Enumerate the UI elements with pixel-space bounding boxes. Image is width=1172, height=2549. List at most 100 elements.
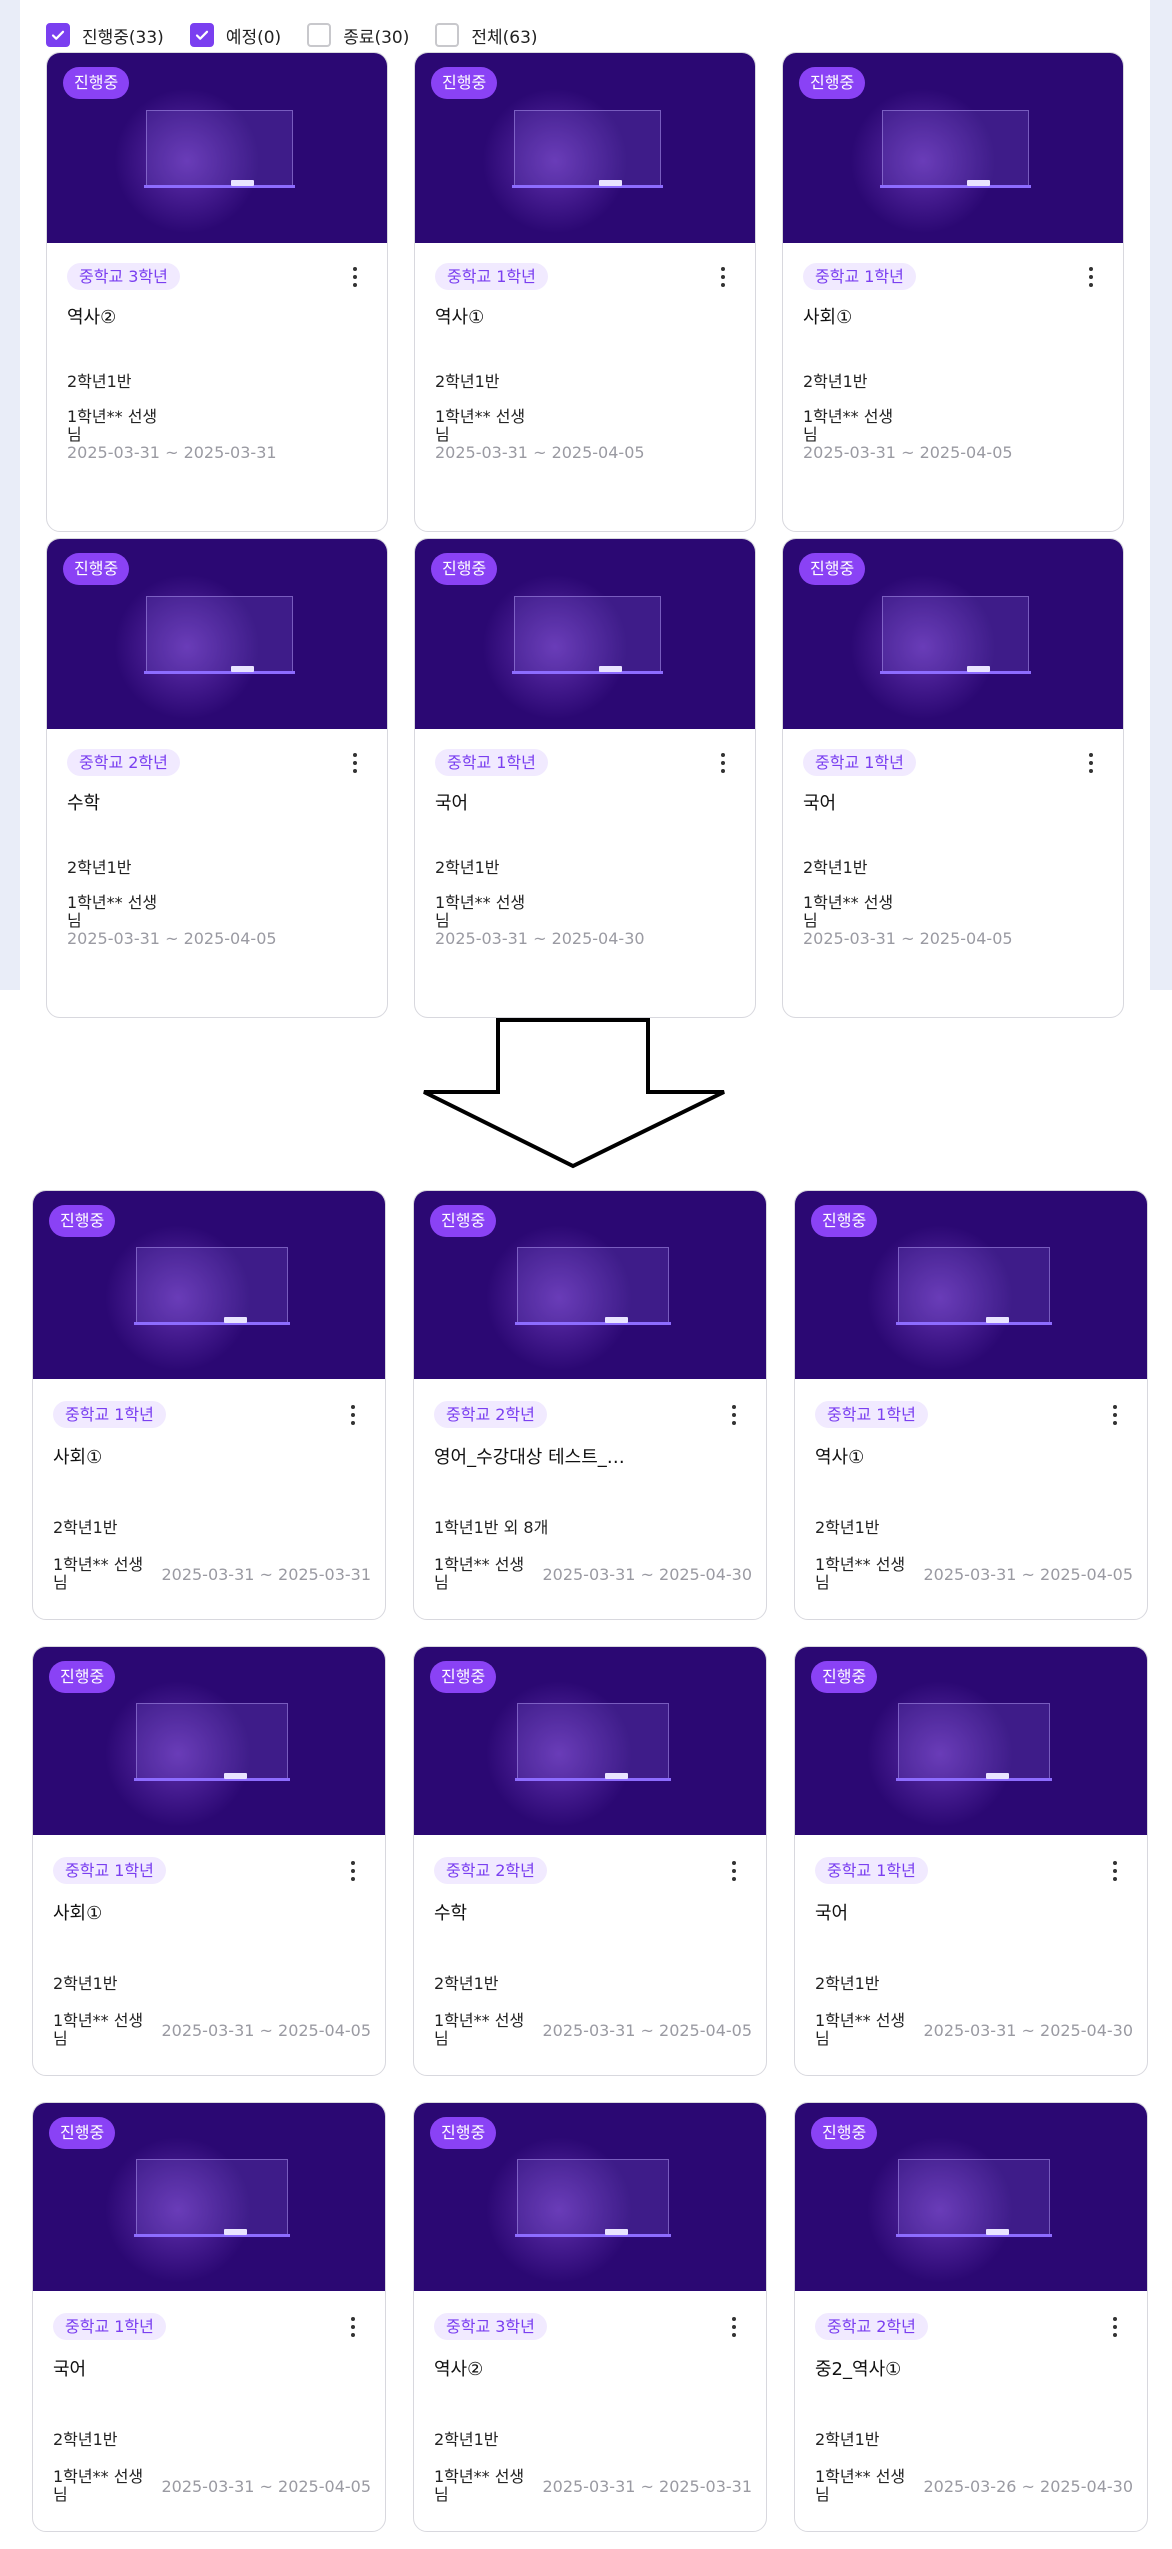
class-name: 1학년1반 외 8개 <box>434 1518 549 1537</box>
filter-checkbox[interactable] <box>435 23 460 47</box>
check-icon <box>195 30 208 40</box>
class-name: 2학년1반 <box>435 858 500 877</box>
course-period: 2025-03-31 ~ 2025-04-05 <box>923 1565 1133 1584</box>
eraser-graphic <box>985 1316 1009 1323</box>
class-card[interactable]: 진행중 중학교 3학년 역사② 2학년1반 1학년** 선생 님 2025-03-31 ~… <box>46 52 388 532</box>
eraser-graphic <box>604 1316 628 1323</box>
class-card[interactable]: 진행중 중학교 2학년 수학 2학년1반 1학년** 선생 님 2025-03-31 ~ … <box>46 538 388 1018</box>
teacher-name: 1학년** 선생 님 <box>53 2467 144 2504</box>
filter-option[interactable]: 종료(30) <box>307 23 409 48</box>
more-vertical-icon[interactable] <box>724 1401 744 1429</box>
more-vertical-icon[interactable] <box>343 1857 363 1885</box>
filter-option[interactable]: 진행중(33) <box>46 23 164 48</box>
more-vertical-icon[interactable] <box>1105 2313 1125 2341</box>
course-title[interactable]: 사회① <box>803 303 852 329</box>
course-title[interactable]: 역사② <box>434 2355 483 2381</box>
eraser-graphic <box>985 1772 1009 1779</box>
more-vertical-icon[interactable] <box>343 2313 363 2341</box>
eraser-graphic <box>223 1316 247 1323</box>
class-name: 2학년1반 <box>815 1974 880 1993</box>
class-name: 2학년1반 <box>815 1518 880 1537</box>
class-card[interactable]: 진행중 중학교 1학년 역사① 2학년1반 1학년** 선생 님 2025-03-31 ~… <box>794 1190 1148 1620</box>
class-name: 2학년1반 <box>815 2430 880 2449</box>
status-badge: 진행중 <box>430 1661 497 1693</box>
course-period: 2025-03-31 ~ 2025-04-05 <box>67 929 277 948</box>
course-title[interactable]: 수학 <box>434 1899 467 1925</box>
course-title[interactable]: 국어 <box>53 2355 86 2381</box>
filter-option[interactable]: 전체(63) <box>435 23 538 48</box>
course-title[interactable]: 수학 <box>67 789 100 815</box>
more-vertical-icon[interactable] <box>1105 1857 1125 1885</box>
more-vertical-icon[interactable] <box>724 2313 744 2341</box>
course-title[interactable]: 영어_수강대상 테스트_… <box>434 1443 625 1469</box>
teacher-name: 1학년** 선생 님 <box>815 2011 906 2048</box>
class-card[interactable]: 진행중 중학교 1학년 사회① 2학년1반 1학년** 선생 님 2025-03-31 ~… <box>782 52 1124 532</box>
eraser-graphic <box>967 666 990 672</box>
filter-checkbox[interactable] <box>307 23 332 47</box>
course-title[interactable]: 사회① <box>53 1899 102 1925</box>
more-vertical-icon[interactable] <box>345 749 365 777</box>
grade-tag: 중학교 2학년 <box>434 1401 547 1428</box>
eraser-graphic <box>223 1772 247 1779</box>
status-filter-bar: 진행중(33) 예정(0) 종료(30) 전체(63) <box>46 20 564 50</box>
class-card[interactable]: 진행중 중학교 2학년 중2_역사① 2학년1반 1학년** 선생 님 2025-03-2… <box>794 2102 1148 2532</box>
more-vertical-icon[interactable] <box>1081 263 1101 291</box>
course-title[interactable]: 역사① <box>435 303 484 329</box>
course-title[interactable]: 국어 <box>803 789 836 815</box>
class-name: 2학년1반 <box>435 372 500 391</box>
grade-tag: 중학교 2학년 <box>434 1857 547 1884</box>
grade-tag: 중학교 1학년 <box>435 263 548 290</box>
filter-checkbox[interactable] <box>46 23 70 47</box>
class-card[interactable]: 진행중 중학교 2학년 영어_수강대상 테스트_… 1학년1반 외 8개 1학년** 선… <box>413 1190 767 1620</box>
grade-tag: 중학교 1학년 <box>803 263 916 290</box>
teacher-name: 1학년** 선생 님 <box>434 2011 525 2048</box>
more-vertical-icon[interactable] <box>1081 749 1101 777</box>
class-list-panel-before: 진행중(33) 예정(0) 종료(30) 전체(63) 진행중 중학교 3학년 역사② 2학… <box>20 0 1150 1018</box>
more-vertical-icon[interactable] <box>724 1857 744 1885</box>
whiteboard-ledge <box>133 1777 290 1781</box>
class-card[interactable]: 진행중 중학교 1학년 국어 2학년1반 1학년** 선생 님 2025-03-31 ~ … <box>414 538 756 1018</box>
status-badge: 진행중 <box>799 67 866 99</box>
more-vertical-icon[interactable] <box>713 749 733 777</box>
whiteboard-ledge <box>895 1777 1052 1781</box>
class-card[interactable]: 진행중 중학교 1학년 사회① 2학년1반 1학년** 선생 님 2025-03-31 ~… <box>32 1646 386 2076</box>
eraser-graphic <box>604 2228 628 2235</box>
status-badge: 진행중 <box>811 1661 878 1693</box>
class-card[interactable]: 진행중 중학교 1학년 역사① 2학년1반 1학년** 선생 님 2025-03-31 ~… <box>414 52 756 532</box>
more-vertical-icon[interactable] <box>713 263 733 291</box>
whiteboard-graphic <box>882 110 1030 186</box>
grade-tag: 중학교 1학년 <box>803 749 916 776</box>
whiteboard-ledge <box>133 2233 290 2237</box>
eraser-graphic <box>599 180 622 186</box>
whiteboard-graphic <box>135 1703 288 1779</box>
course-title[interactable]: 국어 <box>435 789 468 815</box>
class-card[interactable]: 진행중 중학교 3학년 역사② 2학년1반 1학년** 선생 님 2025-03-31 ~… <box>413 2102 767 2532</box>
class-card[interactable]: 진행중 중학교 1학년 국어 2학년1반 1학년** 선생 님 2025-03-31 ~ … <box>794 1646 1148 2076</box>
course-title[interactable]: 역사① <box>815 1443 864 1469</box>
class-card[interactable]: 진행중 중학교 1학년 국어 2학년1반 1학년** 선생 님 2025-03-31 ~ … <box>32 2102 386 2532</box>
filter-option[interactable]: 예정(0) <box>189 23 282 48</box>
whiteboard-graphic <box>514 110 662 186</box>
filter-label: 예정(0) <box>225 27 282 48</box>
more-vertical-icon[interactable] <box>1105 1401 1125 1429</box>
eraser-graphic <box>604 1772 628 1779</box>
course-title[interactable]: 사회① <box>53 1443 102 1469</box>
class-card[interactable]: 진행중 중학교 1학년 사회① 2학년1반 1학년** 선생 님 2025-03-31 ~… <box>32 1190 386 1620</box>
course-title[interactable]: 중2_역사① <box>815 2355 901 2381</box>
course-title[interactable]: 국어 <box>815 1899 848 1925</box>
class-card[interactable]: 진행중 중학교 1학년 국어 2학년1반 1학년** 선생 님 2025-03-31 ~ … <box>782 538 1124 1018</box>
check-icon <box>51 30 65 40</box>
class-card[interactable]: 진행중 중학교 2학년 수학 2학년1반 1학년** 선생 님 2025-03-31 ~ … <box>413 1646 767 2076</box>
whiteboard-graphic <box>882 596 1030 672</box>
more-vertical-icon[interactable] <box>343 1401 363 1429</box>
teacher-name: 1학년** 선생 님 <box>803 407 894 444</box>
course-title[interactable]: 역사② <box>67 303 116 329</box>
more-vertical-icon[interactable] <box>345 263 365 291</box>
teacher-name: 1학년** 선생 님 <box>67 893 158 930</box>
teacher-name: 1학년** 선생 님 <box>53 1555 144 1592</box>
filter-checkbox[interactable] <box>189 23 214 47</box>
whiteboard-graphic <box>146 596 294 672</box>
whiteboard-graphic <box>135 2159 288 2235</box>
course-period: 2025-03-31 ~ 2025-04-05 <box>542 2021 752 2040</box>
whiteboard-ledge <box>133 1321 290 1325</box>
